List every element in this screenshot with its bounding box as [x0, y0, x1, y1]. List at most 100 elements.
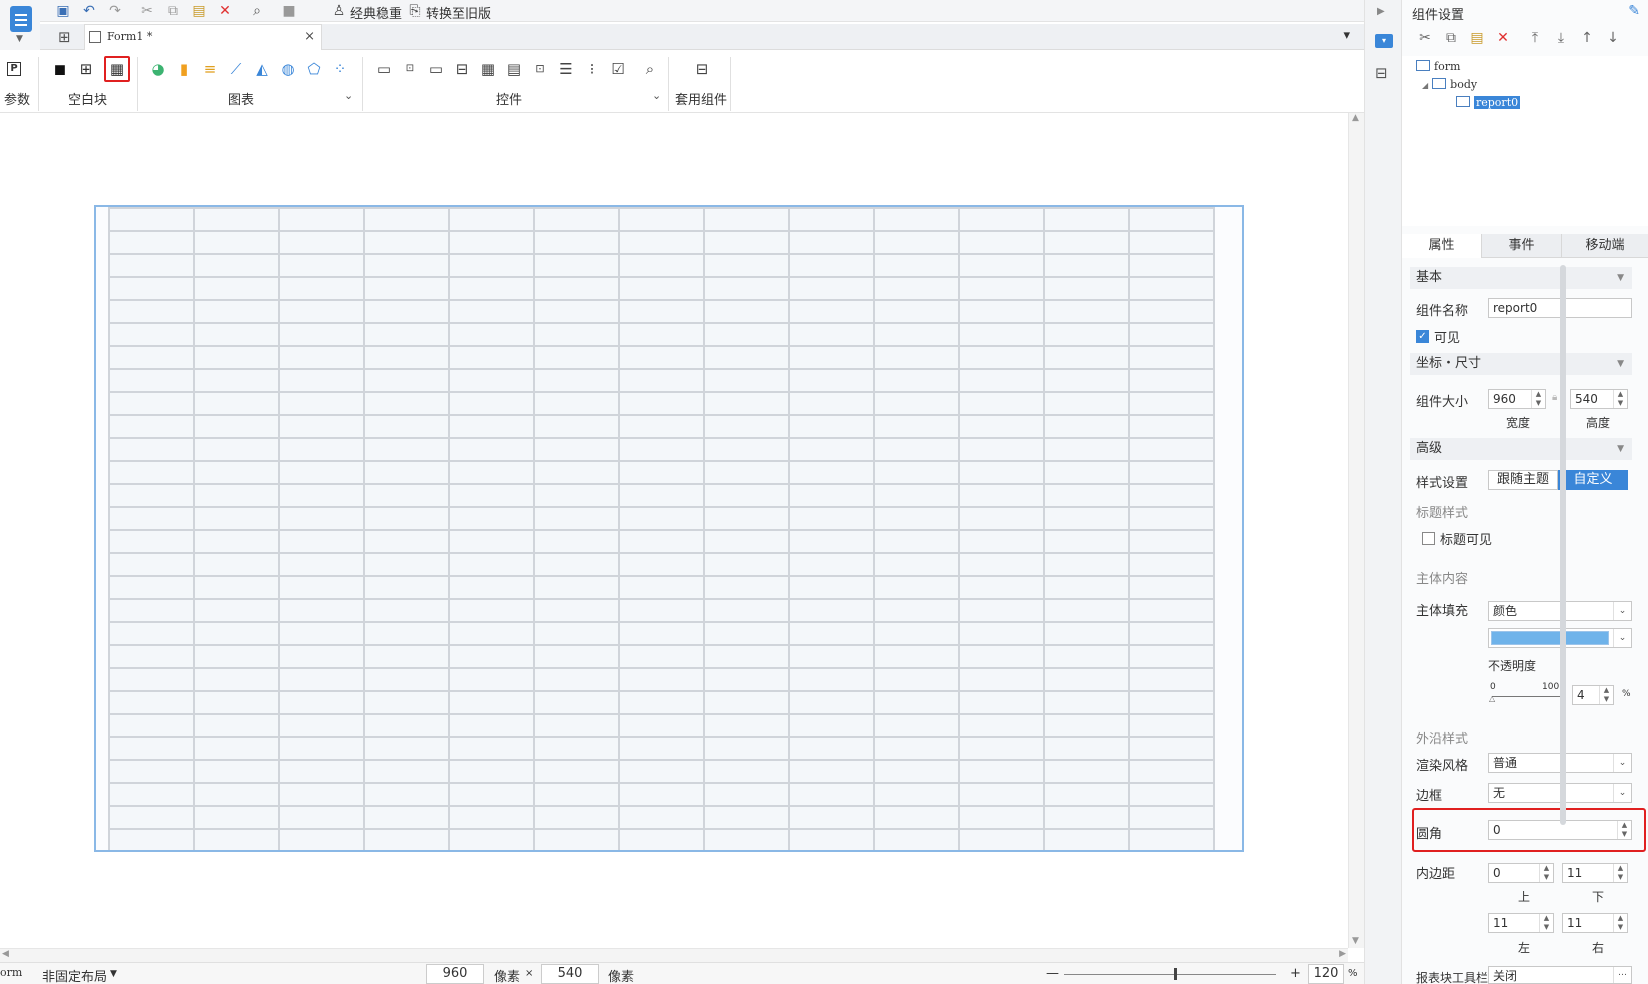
paste-icon[interactable]: ▤ — [1468, 28, 1486, 48]
expand-arrow-icon[interactable]: ▶ — [1377, 6, 1385, 17]
tree-node-form[interactable]: form — [1416, 58, 1460, 76]
blank-block-icon[interactable]: ◼ — [50, 59, 70, 79]
undo-icon[interactable]: ↶ — [80, 2, 98, 20]
label-control-icon[interactable]: ▭ — [374, 59, 394, 79]
bar-chart-icon[interactable]: ▮ — [174, 59, 194, 79]
tab-properties[interactable]: 属性 — [1402, 234, 1482, 258]
section-basic[interactable]: 基本 ▼ — [1410, 267, 1632, 289]
number-control-icon[interactable]: ⊡ — [530, 59, 550, 79]
hbar-chart-icon[interactable]: ≡ — [200, 59, 220, 79]
app-logo[interactable]: ▼ — [0, 0, 40, 50]
convert-button[interactable]: 转换至旧版 — [426, 3, 491, 22]
padding-left-input[interactable]: 11 ▲ ▼ — [1488, 913, 1554, 933]
chevron-down-icon[interactable]: ⌄ — [1613, 629, 1631, 647]
width-input[interactable]: 960 ▲ ▼ — [1488, 389, 1546, 409]
chevron-down-icon[interactable]: ⌄ — [344, 89, 353, 102]
move-up-icon[interactable]: ↑ — [1578, 28, 1596, 48]
zoom-out-button[interactable]: — — [1046, 966, 1059, 981]
scatter-chart-icon[interactable]: ⁘ — [330, 59, 350, 79]
cut-icon[interactable]: ✂ — [138, 2, 156, 20]
grid-view-icon[interactable]: ⊞ — [58, 28, 71, 46]
query-control-icon[interactable]: ⌕ — [640, 59, 660, 79]
close-icon[interactable]: × — [304, 25, 315, 49]
report-grid[interactable] — [108, 207, 1215, 850]
parameter-icon[interactable]: P — [7, 62, 21, 76]
style-follow-theme-button[interactable]: 跟随主题 — [1488, 470, 1558, 490]
section-advanced[interactable]: 高级 ▼ — [1410, 438, 1632, 460]
tab-form1[interactable]: Form1 * × — [84, 24, 322, 50]
height-input[interactable]: 540 — [541, 964, 599, 984]
panel-scrollbar[interactable] — [1560, 265, 1566, 825]
cut-icon[interactable]: ✂ — [1416, 28, 1434, 48]
dropdown-control-icon[interactable]: ⊟ — [452, 59, 472, 79]
stepper-icon[interactable]: ▲ ▼ — [1613, 864, 1627, 882]
zoom-in-button[interactable]: + — [1290, 966, 1301, 981]
delete-icon[interactable]: ✕ — [216, 2, 234, 20]
scroll-left-icon[interactable]: ◀ — [2, 949, 9, 959]
padding-top-input[interactable]: 0 ▲ ▼ — [1488, 863, 1554, 883]
vertical-scrollbar[interactable]: ▲ ▼ — [1348, 113, 1364, 948]
area-chart-icon[interactable]: ◭ — [252, 59, 272, 79]
stepper-icon[interactable]: ▲ ▼ — [1599, 686, 1613, 704]
chevron-down-icon[interactable]: ⌄ — [652, 89, 661, 102]
opacity-slider-thumb[interactable]: △ — [1489, 694, 1495, 703]
paste-icon[interactable]: ▤ — [190, 2, 208, 20]
tab-events[interactable]: 事件 — [1482, 234, 1562, 258]
padding-bottom-input[interactable]: 11 ▲ ▼ — [1562, 863, 1628, 883]
zoom-slider-thumb[interactable] — [1174, 968, 1177, 980]
layout-panel-icon[interactable]: ⊟ — [1375, 64, 1388, 82]
width-input[interactable]: 960 — [426, 964, 484, 984]
horizontal-scrollbar[interactable]: ◀ ▶ — [0, 948, 1348, 962]
textarea-control-icon[interactable]: ☰ — [556, 59, 576, 79]
chevron-down-icon[interactable]: ⌄ — [1613, 784, 1631, 802]
report-toolbar-select[interactable]: 关闭… — [1488, 966, 1632, 984]
design-canvas[interactable] — [0, 113, 1348, 948]
title-visible-checkbox[interactable] — [1422, 532, 1435, 545]
stepper-icon[interactable]: ▲ ▼ — [1617, 821, 1631, 839]
opacity-input[interactable]: 4 ▲ ▼ — [1572, 685, 1614, 705]
copy-icon[interactable]: ⧉ — [1442, 28, 1460, 48]
checkbox-group-icon[interactable]: ☑ — [608, 59, 628, 79]
more-icon[interactable]: … — [1613, 967, 1631, 983]
report-block-icon[interactable]: ▦ — [104, 56, 130, 82]
grey-square-icon[interactable]: ■ — [280, 2, 298, 20]
theme-shirt-icon[interactable]: ♙ — [330, 2, 348, 20]
template-component-icon[interactable]: ⊟ — [692, 59, 712, 79]
move-bottom-icon[interactable]: ⤓ — [1552, 28, 1570, 48]
copy-icon[interactable]: ⧉ — [164, 2, 182, 20]
style-custom-button[interactable]: 自定义 — [1558, 470, 1628, 490]
tab-menu-icon[interactable]: ▾ — [1343, 28, 1350, 43]
radar-chart-icon[interactable]: ⬠ — [304, 59, 324, 79]
section-coordinates[interactable]: 坐标・尺寸 ▼ — [1410, 353, 1632, 375]
height-input[interactable]: 540 ▲ ▼ — [1570, 389, 1628, 409]
pie-chart-icon[interactable]: ◕ — [148, 59, 168, 79]
layout-select[interactable]: 非固定布局 — [42, 966, 107, 984]
component-settings-icon[interactable]: ▾ — [1375, 34, 1393, 48]
stepper-icon[interactable]: ▲ ▼ — [1539, 914, 1553, 932]
zoom-input[interactable]: 120 — [1308, 964, 1344, 984]
line-chart-icon[interactable]: ⟋ — [226, 59, 246, 79]
zoom-slider-track[interactable] — [1064, 974, 1276, 975]
stepper-icon[interactable]: ▲ ▼ — [1613, 914, 1627, 932]
report-block[interactable] — [94, 205, 1244, 852]
redo-icon[interactable]: ↷ — [106, 2, 124, 20]
opacity-slider-track[interactable] — [1492, 696, 1562, 697]
scroll-right-icon[interactable]: ▶ — [1339, 949, 1346, 959]
collapse-icon[interactable]: ◢ — [1422, 81, 1428, 90]
edit-pencil-icon[interactable]: ✎ — [1628, 3, 1640, 19]
gauge-chart-icon[interactable]: ◍ — [278, 59, 298, 79]
tree-node-body[interactable]: ◢ body — [1422, 76, 1477, 94]
move-top-icon[interactable]: ⤒ — [1526, 28, 1544, 48]
scroll-down-icon[interactable]: ▼ — [1352, 936, 1359, 946]
chevron-down-icon[interactable]: ⌄ — [1613, 754, 1631, 772]
stepper-icon[interactable]: ▲ ▼ — [1539, 864, 1553, 882]
text-control-icon[interactable]: ⊡ — [400, 59, 420, 79]
radio-group-icon[interactable]: ⁝ — [582, 59, 602, 79]
delete-icon[interactable]: ✕ — [1494, 28, 1512, 48]
split-block-icon[interactable]: ⊞ — [76, 59, 96, 79]
lock-icon[interactable]: 🔒︎ — [1552, 392, 1557, 403]
chevron-down-icon[interactable]: ▼ — [110, 969, 117, 979]
scroll-up-icon[interactable]: ▲ — [1352, 113, 1359, 123]
convert-icon[interactable]: ⎘ — [406, 2, 424, 20]
visible-checkbox[interactable]: ✓ — [1416, 330, 1429, 343]
